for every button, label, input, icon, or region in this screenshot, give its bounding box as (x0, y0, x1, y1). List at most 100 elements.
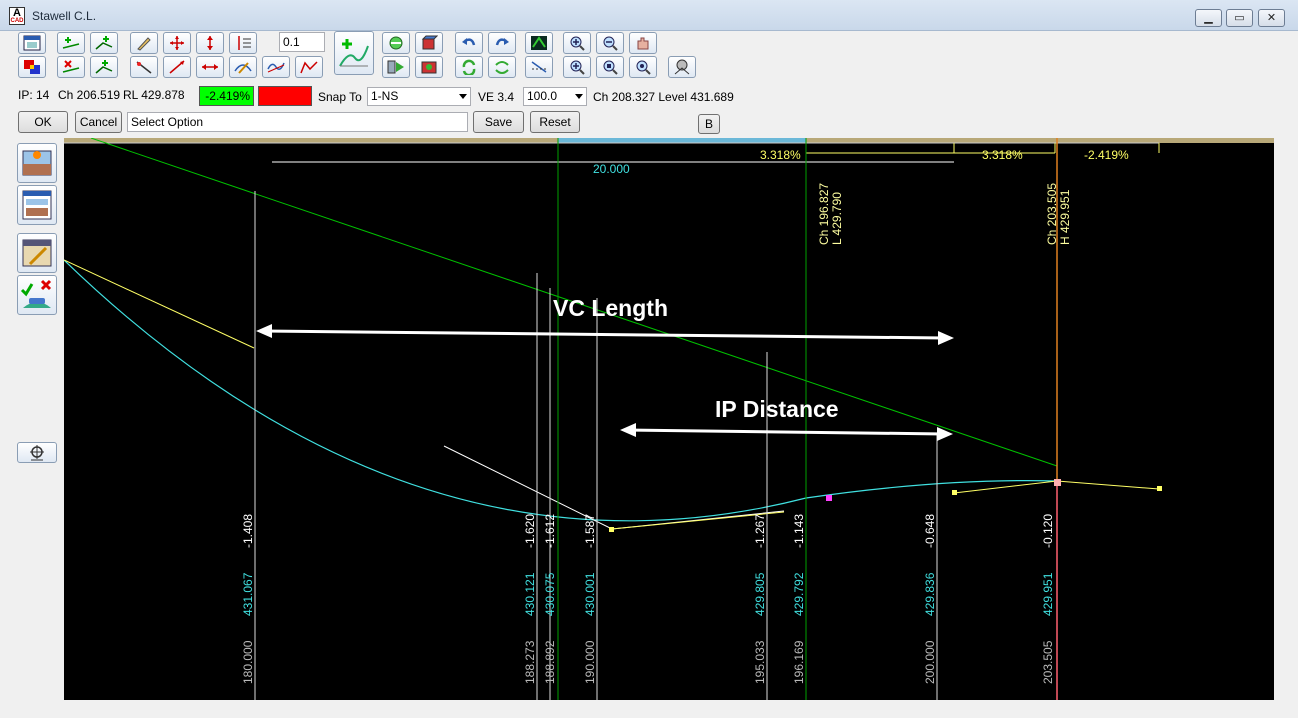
ip-label: IP: 14 (18, 88, 50, 102)
view-3d-button[interactable] (668, 56, 696, 78)
horizontal-arrows-icon (202, 64, 218, 70)
section-view-button[interactable] (415, 32, 443, 54)
window-list-button[interactable] (18, 32, 46, 54)
maximize-button[interactable]: ▭ (1226, 9, 1253, 27)
profile-edit-button[interactable] (17, 233, 57, 273)
snap-to-select[interactable]: 1-NS (367, 87, 471, 106)
vertical-exaggeration-label: VE 3.4 (478, 90, 515, 104)
station-level: 429.951 (1041, 572, 1055, 616)
chevron-down-icon (575, 94, 583, 99)
station-level: 430.001 (583, 572, 597, 616)
step-input[interactable]: 0.1 (279, 32, 325, 52)
station-level: 431.067 (241, 572, 255, 616)
layers-button[interactable] (525, 32, 553, 54)
accept-reject-icon (20, 279, 52, 308)
chainage-label: Ch 206.519 (58, 88, 121, 102)
ground-point (1157, 486, 1162, 491)
zoom-out-button[interactable] (596, 32, 624, 54)
pan-hand-button[interactable] (629, 32, 657, 54)
add-curve-icon (339, 39, 369, 67)
profile-canvas[interactable]: 3.318% 3.318% -2.419% 20.000 Ch 196.827 … (64, 138, 1274, 700)
profile-icon (300, 61, 318, 74)
snap-button[interactable] (525, 56, 553, 78)
grade-label-3: -2.419% (1084, 148, 1129, 162)
grade-line-icon (136, 61, 152, 74)
window-title: Stawell C.L. (32, 9, 97, 23)
save-button[interactable]: Save (473, 111, 524, 133)
pencil-icon (137, 37, 151, 51)
level-adjust-icon (238, 36, 251, 50)
render-button[interactable] (415, 56, 443, 78)
station-chainage: 180.000 (241, 640, 255, 684)
cross-section-button[interactable] (17, 143, 57, 183)
profile-button[interactable] (295, 56, 323, 78)
station-level: 429.805 (753, 572, 767, 616)
colour-button[interactable] (18, 56, 46, 78)
grade-button[interactable] (130, 56, 158, 78)
play-button[interactable] (382, 56, 410, 78)
add-point-button[interactable] (57, 32, 85, 54)
refresh-button[interactable] (455, 56, 483, 78)
locate-button[interactable] (17, 442, 57, 463)
curve-edit-button[interactable] (229, 56, 257, 78)
undo-button[interactable] (455, 32, 483, 54)
vc-grade-bar (558, 138, 806, 143)
undo-icon (462, 38, 476, 46)
render-icon (421, 61, 437, 74)
ground-point (609, 527, 614, 532)
station-chainage: 196.169 (792, 640, 806, 684)
station-diff: -1.143 (792, 513, 806, 548)
add-point-icon (62, 37, 80, 49)
curve-fit-icon (267, 62, 285, 73)
pan-button[interactable] (382, 32, 410, 54)
minimize-button[interactable]: ▁ (1195, 9, 1222, 27)
zoom-extents-icon (636, 60, 651, 75)
design-start-line (64, 259, 255, 349)
zoom-previous-button[interactable] (596, 56, 624, 78)
layers-icon (531, 36, 547, 50)
cancel-button[interactable]: Cancel (75, 111, 122, 133)
accept-reject-button[interactable] (17, 275, 57, 315)
ground-point (952, 490, 957, 495)
section-list-icon (22, 190, 52, 220)
zoom-window-button[interactable] (563, 56, 591, 78)
section-list-button[interactable] (17, 185, 57, 225)
level-adjust-button[interactable] (229, 32, 257, 54)
station-chainage: 188.273 (523, 640, 537, 684)
ok-button[interactable]: OK (18, 111, 68, 133)
prompt-field[interactable]: Select Option (127, 112, 468, 132)
delete-point-button[interactable] (57, 56, 85, 78)
rl-label: RL 429.878 (123, 88, 185, 102)
slope-button[interactable] (163, 56, 191, 78)
reset-button[interactable]: Reset (530, 111, 580, 133)
horizontal-move-button[interactable] (196, 56, 224, 78)
curve-fit-button[interactable] (262, 56, 290, 78)
add-vc-button[interactable] (334, 31, 374, 75)
ip-distance-annotation: IP Distance (715, 396, 839, 422)
close-button[interactable]: ✕ (1258, 9, 1285, 27)
regenerate-button[interactable] (488, 56, 516, 78)
move-button[interactable] (163, 32, 191, 54)
zoom-extents-button[interactable] (629, 56, 657, 78)
vertical-move-button[interactable] (196, 32, 224, 54)
edit-button[interactable] (130, 32, 158, 54)
red-status-swatch (258, 86, 312, 106)
delete-point-icon (62, 60, 80, 73)
station-chainage: 203.505 (1041, 640, 1055, 684)
chevron-down-icon (459, 94, 467, 99)
b-button[interactable]: B (698, 114, 720, 134)
vc-chainage-label: Ch 196.827 (817, 182, 831, 245)
curve-point (826, 495, 832, 501)
cube-icon (421, 35, 438, 50)
vertical-arrows-icon (207, 36, 213, 50)
delete-ip-button[interactable] (90, 56, 118, 78)
redo-button[interactable] (488, 32, 516, 54)
add-ip-button[interactable] (90, 32, 118, 54)
zoom-window-icon (570, 60, 585, 75)
slope-icon (169, 60, 185, 74)
zoom-in-button[interactable] (563, 32, 591, 54)
station-diff: -1.612 (543, 513, 557, 548)
refresh-icon (462, 59, 476, 75)
snap-icon (531, 61, 547, 73)
scale-select[interactable]: 100.0 (523, 87, 587, 106)
